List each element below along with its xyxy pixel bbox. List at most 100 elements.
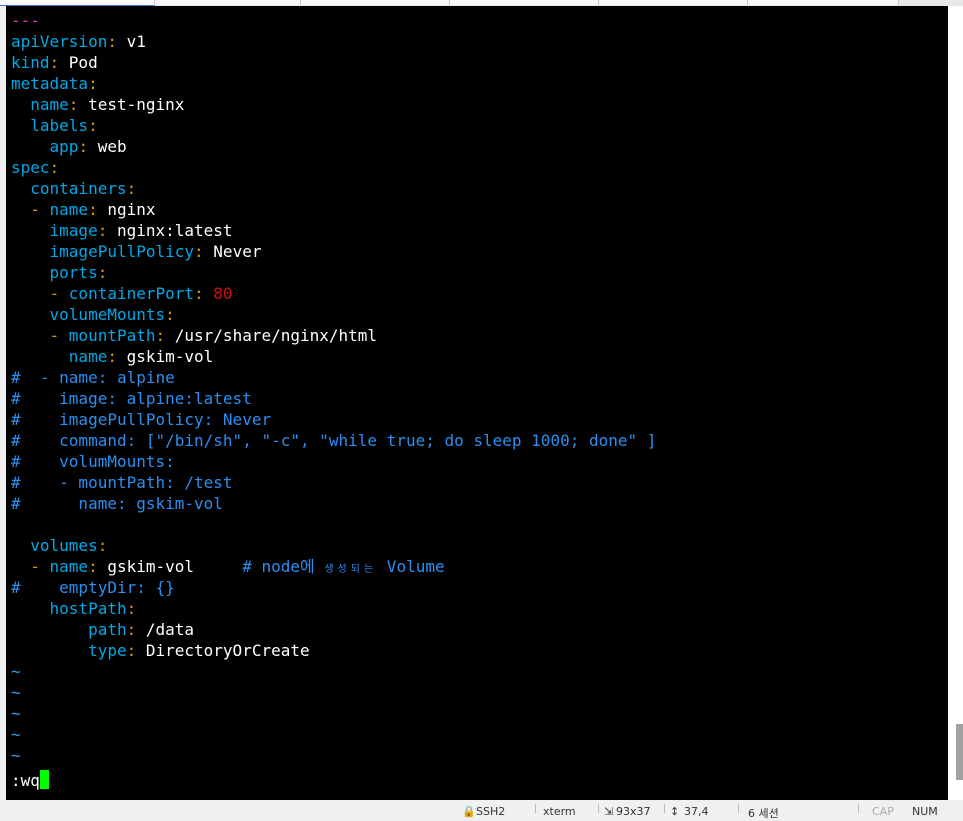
code-token: : (49, 158, 60, 177)
code-token: hostPath (11, 599, 127, 618)
code-token: path (11, 620, 127, 639)
code-token: ~ (11, 746, 21, 765)
tab-session-5[interactable] (599, 0, 748, 5)
editor-line: apiVersion: v1 (11, 31, 656, 52)
code-token: 생성되는 (324, 564, 378, 575)
code-token: - (11, 557, 50, 576)
code-token: web (97, 137, 127, 156)
code-token: ~ (11, 683, 21, 702)
code-token: spec (11, 158, 50, 177)
code-token: imagePullPolicy (11, 242, 195, 261)
status-protocol: SSH2 (476, 805, 506, 818)
code-token: : (68, 95, 89, 114)
editor-line: # command: ["/bin/sh", "-c", "while true… (11, 430, 656, 451)
code-token: containers (11, 179, 127, 198)
code-token: kind (11, 53, 50, 72)
status-sessions: 6 세션 (748, 807, 779, 820)
editor-buffer[interactable]: --- apiVersion: v1 kind: Pod metadata: name… (11, 10, 656, 766)
tab-session-2[interactable] (155, 0, 301, 5)
editor-line: app: web (11, 136, 656, 157)
code-token: # - name: alpine (11, 368, 175, 387)
status-cursor-icon: ↕ (670, 805, 680, 818)
code-token: volumes (11, 536, 98, 555)
code-token: : (107, 347, 127, 366)
code-token: test-nginx (88, 95, 185, 114)
code-token: apiVersion (11, 32, 108, 51)
editor-line: image: nginx:latest (11, 220, 656, 241)
status-caps-lock: CAP (872, 805, 894, 818)
code-token: gskim-vol (126, 347, 214, 366)
code-token: : (88, 116, 98, 135)
code-token: name (11, 95, 69, 114)
code-token: # volumMounts: (11, 452, 175, 471)
code-token: # image: alpine:latest (11, 389, 252, 408)
scrollbar-thumb[interactable] (956, 724, 963, 780)
editor-line: ~ (11, 703, 656, 724)
code-token: ~ (11, 725, 21, 744)
code-token: containerPort (68, 284, 195, 303)
editor-line: labels: (11, 115, 656, 136)
code-token: : (88, 557, 108, 576)
status-lock-icon: 🔒 (462, 805, 476, 818)
code-token: # imagePullPolicy: Never (11, 410, 272, 429)
code-token: : (126, 641, 146, 660)
code-token: : (155, 326, 175, 345)
editor-line: kind: Pod (11, 52, 656, 73)
code-token: ~ (11, 662, 21, 681)
code-token: nginx:latest (116, 221, 233, 240)
code-token: name (11, 347, 108, 366)
terminal-window[interactable]: --- apiVersion: v1 kind: Pod metadata: name… (6, 6, 948, 800)
code-token: : (126, 179, 137, 198)
editor-line: metadata: (11, 73, 656, 94)
status-num-lock: NUM (912, 805, 938, 818)
editor-line: # name: gskim-vol (11, 493, 656, 514)
code-token: # emptyDir: {} (11, 578, 175, 597)
editor-line: ports: (11, 262, 656, 283)
editor-line: - name: nginx (11, 199, 656, 220)
code-token: - (11, 200, 50, 219)
code-token: volumeMounts (11, 305, 166, 324)
code-token: image (11, 221, 98, 240)
code-token: /data (145, 620, 195, 639)
editor-line: imagePullPolicy: Never (11, 241, 656, 262)
code-token: # name: gskim-vol (11, 494, 223, 513)
code-token: : (107, 32, 127, 51)
editor-line: - containerPort: 80 (11, 283, 656, 304)
status-terminal-type: xterm (543, 805, 576, 818)
status-divider (738, 804, 739, 813)
editor-line: # image: alpine:latest (11, 388, 656, 409)
code-token: # node에 (194, 557, 325, 576)
tab-session-4[interactable] (450, 0, 599, 5)
code-token: labels (11, 116, 89, 135)
editor-line: # - name: alpine (11, 367, 656, 388)
code-token: DirectoryOrCreate (145, 641, 310, 660)
code-token: : (88, 200, 108, 219)
code-token: metadata (11, 74, 89, 93)
code-token: # - mountPath: /test (11, 473, 233, 492)
code-token: : (194, 242, 214, 261)
tab-session-3[interactable] (301, 0, 450, 5)
command-text: :wq (11, 771, 40, 790)
code-token: Never (213, 242, 262, 261)
code-token: name (49, 557, 89, 576)
editor-line: # emptyDir: {} (11, 577, 656, 598)
status-divider (664, 804, 665, 813)
vertical-scrollbar[interactable] (948, 6, 963, 800)
code-token: ports (11, 263, 98, 282)
code-token: /usr/share/nginx/html (174, 326, 378, 345)
code-token: Pod (68, 53, 98, 72)
status-divider (598, 804, 599, 813)
vim-command-line[interactable]: :wq (11, 770, 49, 791)
code-token: : (165, 305, 175, 324)
editor-line: type: DirectoryOrCreate (11, 640, 656, 661)
code-token: - (11, 284, 69, 303)
code-token: : (88, 74, 98, 93)
code-token: : (49, 53, 69, 72)
code-token: mountPath (68, 326, 156, 345)
code-token: : (97, 536, 108, 555)
tab-session-6[interactable] (748, 0, 899, 5)
editor-line: # volumMounts: (11, 451, 656, 472)
editor-line: path: /data (11, 619, 656, 640)
editor-line: ~ (11, 724, 656, 745)
